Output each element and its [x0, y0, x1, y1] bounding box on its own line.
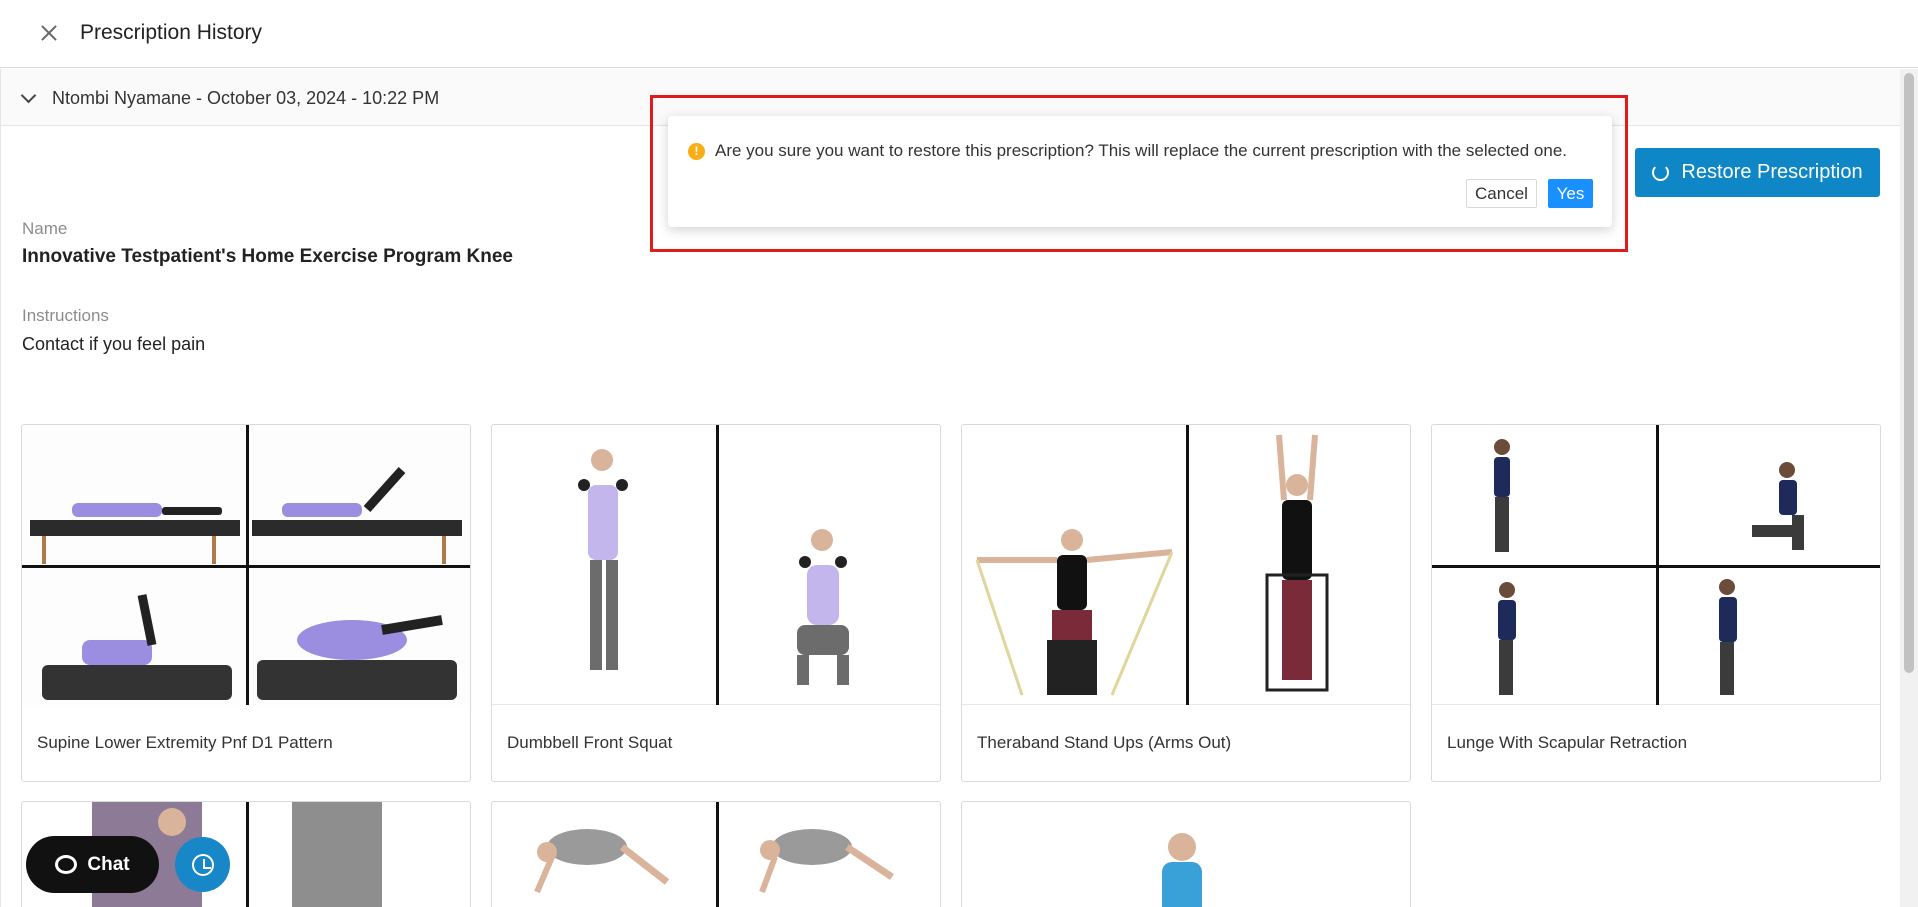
restore-prescription-button[interactable]: Restore Prescription: [1635, 148, 1880, 197]
name-label: Name: [22, 219, 68, 238]
exercise-card[interactable]: Lunge With Scapular Retraction: [1431, 424, 1881, 782]
exercise-thumbnail: [22, 425, 470, 705]
exercise-thumbnail: [492, 425, 940, 705]
program-name: Innovative Testpatient's Home Exercise P…: [22, 246, 513, 267]
exercise-card[interactable]: Dumbbell Front Squat: [491, 424, 941, 782]
history-entry-label: Ntombi Nyamane - October 03, 2024 - 10:2…: [52, 88, 440, 108]
exercise-card[interactable]: Theraband Stand Ups (Arms Out): [961, 424, 1411, 782]
exercise-thumbnail: [492, 802, 940, 907]
exclamation-circle-icon: !: [688, 143, 705, 160]
exercise-title: Lunge With Scapular Retraction: [1447, 733, 1688, 752]
chat-button[interactable]: Chat: [26, 836, 159, 893]
restore-prescription-label: Restore Prescription: [1681, 161, 1863, 183]
exercise-card[interactable]: Supine Lower Extremity Pnf D1 Pattern: [21, 424, 471, 782]
restore-icon: [1652, 164, 1670, 181]
instructions-value: Contact if you feel pain: [22, 334, 206, 354]
exercise-thumbnail: [962, 425, 1410, 705]
yes-button[interactable]: Yes: [1548, 179, 1593, 208]
clock-history-icon: [191, 853, 214, 876]
exercise-title: Dumbbell Front Squat: [507, 733, 673, 752]
exercise-thumbnail: [1432, 425, 1880, 705]
close-icon[interactable]: [36, 20, 62, 46]
exercise-card[interactable]: [491, 801, 941, 907]
chevron-down-icon: [20, 87, 37, 104]
restore-confirm-popover: ! Are you sure you want to restore this …: [668, 116, 1612, 227]
instructions-label: Instructions: [22, 306, 109, 325]
exercise-thumbnail: [962, 802, 1410, 907]
chat-label: Chat: [87, 853, 130, 875]
top-bar: Prescription History: [0, 0, 1918, 68]
history-button[interactable]: [175, 837, 230, 892]
popconfirm-message: Are you sure you want to restore this pr…: [715, 141, 1567, 160]
scrollbar-thumb[interactable]: [1904, 73, 1914, 673]
exercise-title: Supine Lower Extremity Pnf D1 Pattern: [37, 733, 333, 752]
exercise-illustration: [1162, 833, 1202, 907]
exercise-card[interactable]: [961, 801, 1411, 907]
cancel-button[interactable]: Cancel: [1466, 179, 1537, 208]
exercise-title: Theraband Stand Ups (Arms Out): [977, 733, 1232, 752]
vertical-scrollbar[interactable]: [1900, 69, 1918, 907]
chat-bubble-icon: [55, 855, 78, 874]
page-title: Prescription History: [80, 21, 263, 44]
